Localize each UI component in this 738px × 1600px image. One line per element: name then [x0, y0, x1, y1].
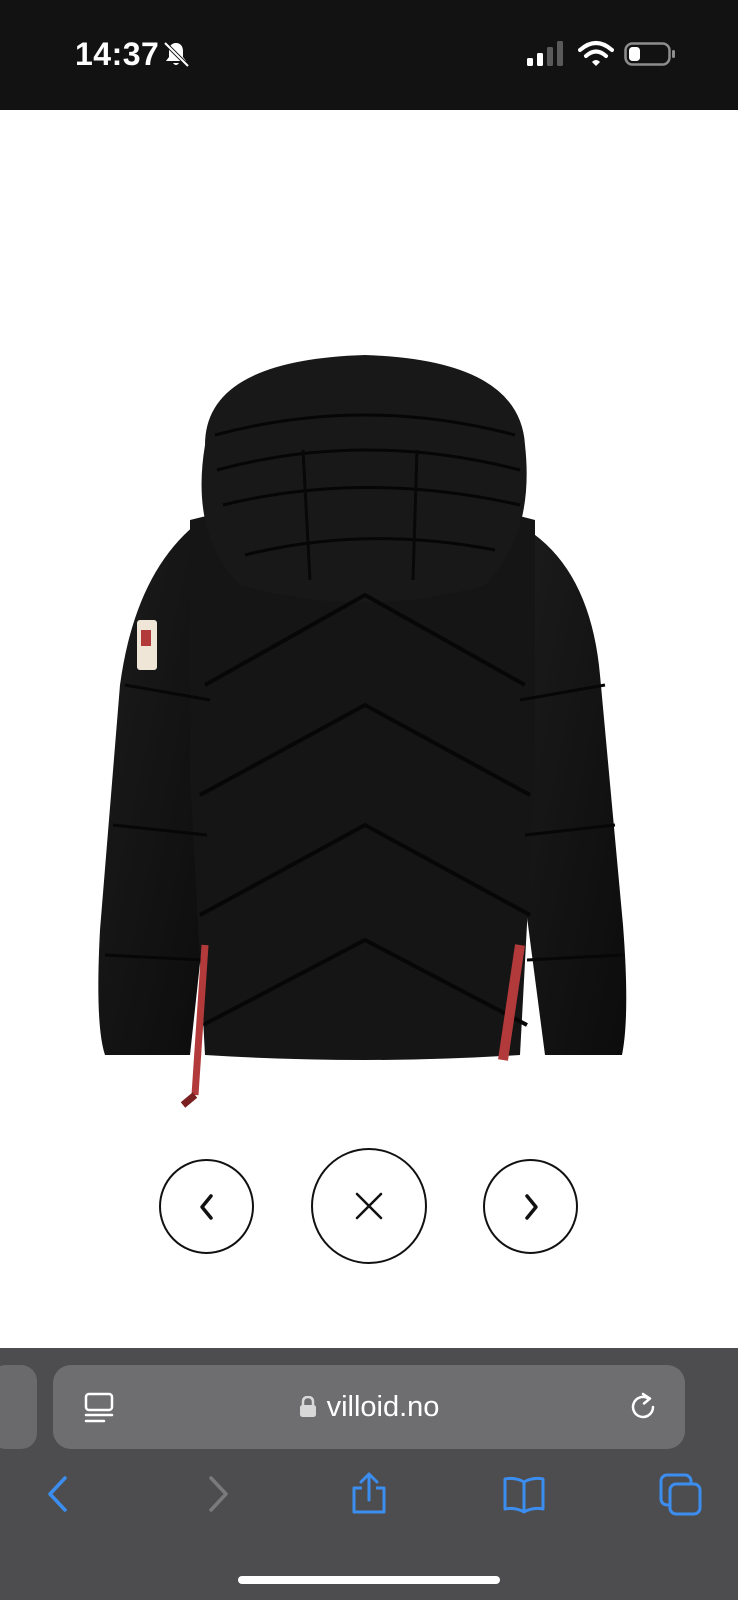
- wifi-icon: [578, 41, 614, 66]
- product-image-viewer: [0, 110, 738, 1348]
- tabs-icon[interactable]: [658, 1472, 702, 1516]
- lock-icon: [299, 1396, 316, 1417]
- previous-image-button[interactable]: [159, 1159, 254, 1254]
- status-time: 14:37: [75, 36, 160, 72]
- share-icon[interactable]: [347, 1472, 391, 1516]
- back-icon[interactable]: [38, 1472, 82, 1516]
- chevron-right-icon: [524, 1193, 538, 1220]
- close-viewer-button[interactable]: [311, 1148, 427, 1264]
- status-bar: 14:37: [0, 0, 738, 110]
- battery-icon: [624, 42, 675, 66]
- address-bar[interactable]: villoid.no: [53, 1365, 685, 1449]
- bell-slash-icon: [163, 41, 190, 68]
- home-indicator: [238, 1576, 500, 1584]
- url-display[interactable]: villoid.no: [53, 1365, 685, 1449]
- cellular-signal-icon: [527, 41, 563, 66]
- product-image: [98, 355, 627, 1108]
- chevron-left-icon: [199, 1193, 213, 1220]
- bookmarks-icon[interactable]: [502, 1472, 546, 1516]
- previous-tab-preview[interactable]: [0, 1365, 37, 1449]
- next-image-button[interactable]: [483, 1159, 578, 1254]
- url-text: villoid.no: [326, 1390, 440, 1423]
- close-icon: [355, 1192, 383, 1220]
- forward-icon[interactable]: [195, 1472, 239, 1516]
- reload-icon[interactable]: [627, 1391, 659, 1423]
